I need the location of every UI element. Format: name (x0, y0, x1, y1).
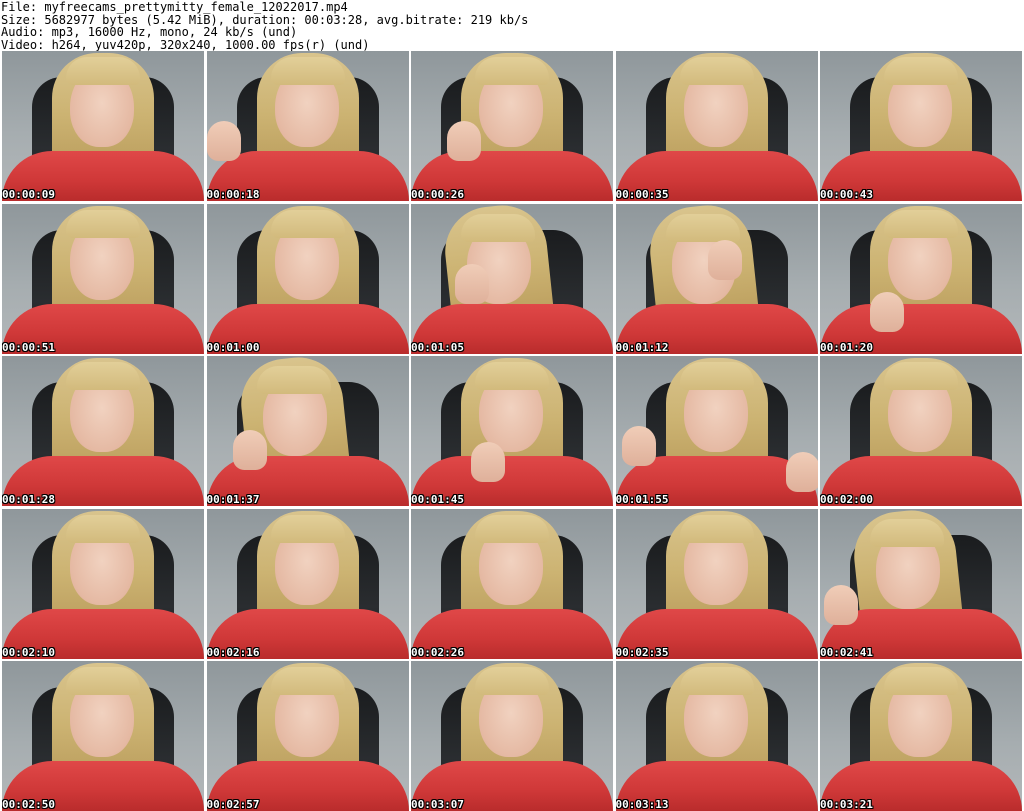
video-thumbnail: 00:02:10 (2, 508, 204, 659)
thumbnail-timestamp: 00:03:07 (411, 798, 464, 811)
video-thumbnail: 00:02:16 (206, 508, 409, 659)
bangs (461, 213, 535, 242)
video-thumbnail: 00:01:05 (411, 203, 613, 354)
video-thumbnail: 00:00:18 (206, 51, 409, 201)
hand (206, 121, 241, 161)
bangs (270, 514, 345, 543)
thumbnail-timestamp: 00:02:50 (2, 798, 55, 811)
thumbnail-timestamp: 00:03:13 (615, 798, 669, 811)
video-thumbnail: 00:02:00 (820, 356, 1022, 506)
video-thumbnail: 00:01:55 (615, 356, 818, 506)
video-thumbnail: 00:02:26 (411, 508, 613, 659)
bangs (270, 57, 345, 85)
bangs (270, 209, 345, 238)
thumbnail-timestamp: 00:02:10 (2, 645, 55, 659)
audio-info-line: Audio: mp3, 16000 Hz, mono, 24 kb/s (und… (1, 25, 298, 39)
hand (471, 442, 505, 482)
bangs (66, 362, 140, 390)
bangs (270, 667, 345, 695)
thumbnail-grid: 00:00:09 00:00:18 00:00:26 00:00:35 00:00:43… (2, 51, 1022, 811)
hand (785, 452, 818, 492)
thumbnail-timestamp: 00:00:35 (615, 188, 669, 201)
bangs (884, 362, 958, 390)
video-thumbnail: 00:01:28 (2, 356, 204, 506)
video-thumbnail: 00:01:45 (411, 356, 613, 506)
thumbnail-timestamp: 00:01:00 (206, 340, 260, 354)
thumbnail-timestamp: 00:00:51 (2, 340, 55, 354)
thumbnail-timestamp: 00:01:05 (411, 340, 464, 354)
bangs (884, 209, 958, 238)
bangs (66, 209, 140, 238)
bangs (475, 514, 549, 543)
thumbnail-timestamp: 00:02:35 (615, 645, 669, 659)
bangs (870, 518, 944, 547)
video-thumbnail: 00:02:35 (615, 508, 818, 659)
video-thumbnail: 00:01:37 (206, 356, 409, 506)
thumbnail-timestamp: 00:00:43 (820, 188, 873, 201)
video-thumbnail: 00:00:43 (820, 51, 1022, 201)
thumbnail-timestamp: 00:02:57 (206, 798, 260, 811)
bangs (475, 667, 549, 695)
hand (870, 291, 904, 332)
file-name-line: File: myfreecams_prettymitty_female_1202… (1, 0, 348, 14)
hand (232, 430, 267, 470)
thumbnail-timestamp: 00:00:09 (2, 188, 55, 201)
video-thumbnail: 00:01:20 (820, 203, 1022, 354)
hand (447, 121, 481, 161)
thumbnail-timestamp: 00:02:41 (820, 645, 873, 659)
hand (621, 426, 656, 466)
thumbnail-timestamp: 00:01:55 (615, 493, 669, 506)
thumbnail-timestamp: 00:02:16 (206, 645, 260, 659)
video-thumbnail: 00:03:13 (615, 661, 818, 811)
bangs (679, 57, 754, 85)
thumbnail-timestamp: 00:01:20 (820, 340, 873, 354)
bangs (884, 667, 958, 695)
thumbnail-timestamp: 00:03:21 (820, 798, 873, 811)
bangs (475, 362, 549, 390)
bangs (66, 667, 140, 695)
thumbnail-timestamp: 00:02:26 (411, 645, 464, 659)
video-info-line: Video: h264, yuv420p, 320x240, 1000.00 f… (1, 37, 370, 52)
hand (824, 584, 858, 625)
hand (455, 263, 489, 304)
video-thumbnail: 00:00:51 (2, 203, 204, 354)
thumbnail-timestamp: 00:01:28 (2, 493, 55, 506)
video-thumbnail: 00:02:41 (820, 508, 1022, 659)
video-thumbnail: 00:00:09 (2, 51, 204, 201)
bangs (665, 213, 740, 242)
bangs (679, 514, 754, 543)
bangs (884, 57, 958, 85)
bangs (679, 362, 754, 390)
thumbnail-timestamp: 00:01:37 (206, 493, 260, 506)
video-thumbnail: 00:02:50 (2, 661, 204, 811)
video-thumbnail: 00:01:00 (206, 203, 409, 354)
video-thumbnail: 00:01:12 (615, 203, 818, 354)
video-thumbnail: 00:03:21 (820, 661, 1022, 811)
video-thumbnail: 00:02:57 (206, 661, 409, 811)
thumbnail-timestamp: 00:01:12 (615, 340, 669, 354)
bangs (66, 514, 140, 543)
thumbnail-timestamp: 00:01:45 (411, 493, 464, 506)
hand (707, 239, 742, 280)
bangs (66, 57, 140, 85)
video-thumbnail: 00:03:07 (411, 661, 613, 811)
video-thumbnail: 00:00:26 (411, 51, 613, 201)
bangs (256, 366, 331, 394)
video-thumbnail: 00:00:35 (615, 51, 818, 201)
bangs (679, 667, 754, 695)
thumbnail-timestamp: 00:00:18 (206, 188, 260, 201)
thumbnail-timestamp: 00:00:26 (411, 188, 464, 201)
thumbnail-timestamp: 00:02:00 (820, 493, 873, 506)
file-info-header: File: myfreecams_prettymitty_female_1202… (0, 0, 1024, 52)
bangs (475, 57, 549, 85)
